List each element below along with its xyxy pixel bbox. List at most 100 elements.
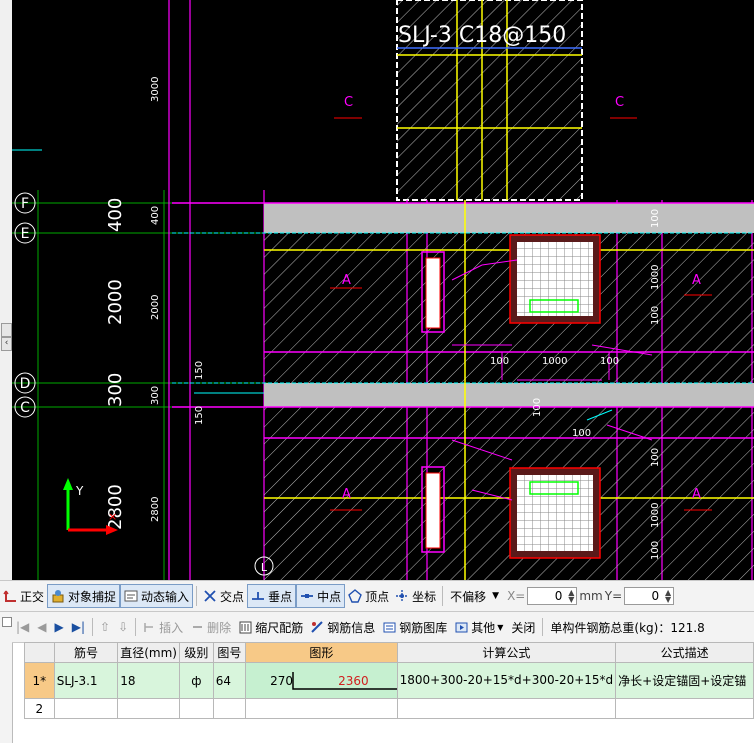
spinner-icon[interactable]: ▲ ▼ [568, 589, 574, 604]
x-label: X= [507, 589, 526, 603]
dim-left-150a: 150 [194, 361, 205, 380]
arrow-down-icon: ⇩ [118, 620, 129, 634]
first-icon: |◀ [16, 620, 30, 634]
rebar-library-label: 钢筋图库 [399, 620, 448, 635]
y-coordinate-input[interactable]: 0 ▲ ▼ [624, 587, 675, 605]
drawing-svg: F E D C L 400 2000 300 2800 3000 400 200… [12, 0, 754, 580]
snap-toolbar: 正交 对象捕捉 动态输入 交点 垂点 中点 顶点 坐标 不偏移 ▼ X= 0 ▲… [0, 580, 754, 612]
cell-bar-no[interactable] [53, 698, 119, 719]
separator [196, 586, 198, 606]
cell-shape-no[interactable] [212, 698, 247, 719]
next-icon: ▶ [54, 620, 64, 634]
ortho-toggle[interactable]: 正交 [0, 585, 47, 607]
dim-bottom-100a: 100 [490, 356, 509, 367]
insert-icon [143, 621, 156, 634]
y-value: 0 [651, 589, 660, 603]
object-snap-label: 对象捕捉 [68, 589, 117, 604]
rebar-table: 筋号 直径(mm) 级别 图号 图形 计算公式 公式描述 1* SLJ-3.1 … [24, 642, 754, 719]
dim-right-1000a: 1000 [650, 265, 661, 290]
section-mark-right: C [615, 95, 624, 110]
insert-button[interactable]: 插入 [139, 616, 187, 638]
other-menu-button[interactable]: 其他 ▼ [451, 616, 507, 638]
other-label: 其他 [471, 620, 496, 635]
intersection-label: 交点 [220, 589, 245, 604]
row-number[interactable]: 2 [24, 698, 55, 719]
cell-shape-no[interactable]: 64 [212, 662, 247, 699]
insert-label: 插入 [159, 620, 184, 635]
cell-diameter[interactable] [117, 698, 180, 719]
axis-label-e: E [21, 226, 30, 242]
cell-formula[interactable] [396, 698, 617, 719]
header-shape-no[interactable]: 图号 [212, 642, 247, 663]
spinner-icon[interactable]: ▲ ▼ [665, 589, 671, 604]
midpoint-icon [300, 589, 314, 603]
vertex-snap[interactable]: 顶点 [345, 585, 392, 607]
pin-icon[interactable] [2, 617, 12, 627]
header-diameter[interactable]: 直径(mm) [117, 642, 180, 663]
cell-diameter[interactable]: 18 [117, 662, 180, 699]
header-rownum [24, 642, 55, 663]
table-row[interactable]: 2 [24, 698, 754, 719]
rebar-library-button[interactable]: 钢筋图库 [379, 616, 451, 638]
dim-mid-100: 100 [532, 398, 543, 417]
x-coordinate-input[interactable]: 0 ▲ ▼ [527, 587, 578, 605]
rebar-library-icon [383, 621, 396, 634]
move-down-button[interactable]: ⇩ [114, 616, 132, 638]
header-grade[interactable]: 级别 [178, 642, 214, 663]
cell-grade[interactable]: ф [178, 662, 214, 699]
scale-rebar-label: 缩尺配筋 [255, 620, 304, 635]
first-record-button[interactable]: |◀ [12, 616, 33, 638]
header-bar-no[interactable]: 筋号 [53, 642, 119, 663]
svg-text:×: × [108, 510, 117, 523]
delete-button[interactable]: 删除 [187, 616, 235, 638]
intersection-icon [203, 589, 217, 603]
cell-grade[interactable] [178, 698, 214, 719]
move-up-button[interactable]: ⇧ [96, 616, 114, 638]
cell-bar-no[interactable]: SLJ-3.1 [53, 662, 119, 699]
dim-right-100c: 100 [650, 448, 661, 467]
midpoint-label: 中点 [317, 589, 342, 604]
scale-rebar-button[interactable]: 缩尺配筋 [235, 616, 307, 638]
perpendicular-snap[interactable]: 垂点 [247, 584, 297, 608]
offset-mode-select[interactable]: 不偏移 ▼ [446, 586, 503, 606]
separator [135, 618, 137, 636]
close-label: 关闭 [511, 620, 536, 635]
ortho-label: 正交 [20, 589, 45, 604]
cad-canvas[interactable]: F E D C L 400 2000 300 2800 3000 400 200… [12, 0, 754, 580]
midpoint-snap[interactable]: 中点 [296, 584, 346, 608]
dim-left-150b: 150 [194, 406, 205, 425]
dim-big-300: 300 [105, 373, 126, 407]
coordinate-snap[interactable]: 坐标 [392, 585, 439, 607]
rebar-info-button[interactable]: 钢筋信息 [307, 616, 379, 638]
section-mark-left: C [344, 95, 353, 110]
close-button[interactable]: 关闭 [507, 616, 539, 638]
x-unit: mm [579, 589, 603, 603]
last-record-button[interactable]: ▶| [68, 616, 89, 638]
perpendicular-icon [251, 589, 265, 603]
separator [542, 618, 544, 636]
cell-shape[interactable]: 270 2360 270 [245, 662, 398, 699]
collapse-handle[interactable] [1, 323, 12, 337]
cell-desc[interactable]: 净长+设定锚固+设定锚 [615, 662, 754, 699]
header-shape[interactable]: 图形 [245, 642, 398, 663]
prev-record-button[interactable]: ◀ [33, 616, 50, 638]
perpendicular-label: 垂点 [268, 589, 293, 604]
ortho-icon [3, 589, 17, 603]
next-record-button[interactable]: ▶ [51, 616, 68, 638]
cell-desc[interactable] [615, 698, 754, 719]
rebar-shape-drawing: 270 2360 270 [248, 664, 397, 698]
chevron-down-icon: ▼ [497, 622, 504, 632]
vertex-icon [348, 589, 362, 603]
axis-label-c: C [20, 400, 30, 416]
dim-right-100b: 100 [650, 306, 661, 325]
object-snap-toggle[interactable]: 对象捕捉 [47, 584, 121, 608]
dynamic-input-toggle[interactable]: 动态输入 [120, 584, 194, 608]
header-formula[interactable]: 计算公式 [396, 642, 617, 663]
intersection-snap[interactable]: 交点 [200, 585, 247, 607]
cell-shape[interactable] [245, 698, 398, 719]
row-number[interactable]: 1* [24, 662, 55, 699]
header-desc[interactable]: 公式描述 [615, 642, 754, 663]
table-row[interactable]: 1* SLJ-3.1 18 ф 64 270 2360 270 1800+300… [24, 662, 754, 699]
cell-formula[interactable]: 1800+300-20+15*d+300-20+15*d [396, 662, 617, 699]
collapse-arrow-icon[interactable]: ‹ [1, 337, 12, 351]
